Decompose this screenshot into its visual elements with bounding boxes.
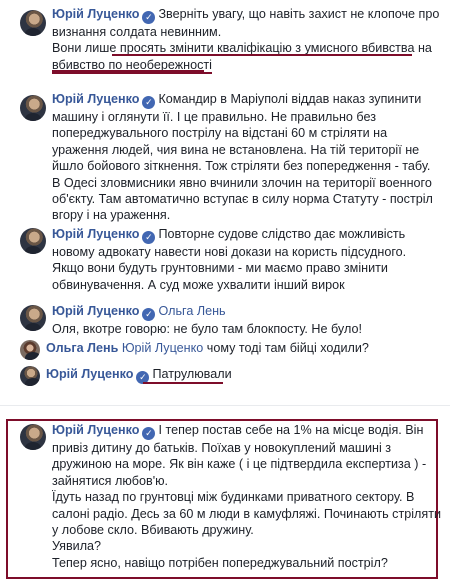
avatar[interactable] (20, 424, 46, 450)
comment-text-line: салоні радіо. Десь за 60 м люди в камуфл… (52, 506, 442, 521)
avatar[interactable] (20, 366, 40, 386)
comment-text-line: Оля, вкотре говорю: не було там блокпост… (52, 322, 362, 336)
comment-text-line: Повторне судове слідство дає можливість (158, 227, 406, 241)
comment-text-line: привіз дитину до батьків. Поїхав у новок… (52, 441, 392, 455)
comment-text-line: Їдуть назад по грунтовці між будинками п… (52, 490, 415, 505)
comment-author[interactable]: Юрій Луценко (52, 7, 139, 21)
comment-author[interactable]: Юрій Луценко (52, 227, 139, 241)
comment-text-line: Тепер ясно, навіщо потрібен попереджувал… (52, 555, 388, 570)
comment-text-line: обвинувачення. А суд може ухвалити інший… (52, 277, 345, 292)
avatar[interactable] (20, 305, 46, 331)
verified-check-icon: ✓ (142, 231, 156, 244)
avatar[interactable] (20, 10, 46, 36)
highlight-underline (143, 382, 223, 384)
comment-text-line: Командир в Маріуполі віддав наказ зупини… (158, 92, 422, 106)
comment-text-line: чому тоді там бійці ходили? (206, 341, 369, 355)
comment-text-line: машину і оглянути її. І це правильно. Не… (52, 110, 376, 124)
comment-text-line: зайнятися любов'ю. (52, 473, 169, 488)
highlight-underline (52, 70, 204, 72)
comment-text-line: І тепер постав себе на 1% на місце водія… (158, 423, 424, 437)
verified-check-icon: ✓ (142, 96, 156, 109)
avatar[interactable] (20, 228, 46, 254)
comment-text-line: вгору і на ураження. (52, 208, 171, 223)
avatar[interactable] (20, 340, 40, 360)
comment-text-line: ураження людей, чия вина не встановлена.… (52, 142, 420, 157)
highlight-underline (112, 54, 412, 56)
comment-text-line: об'єкту. Там автоматично вступає в силу … (52, 192, 433, 207)
comment-author[interactable]: Ольга Лень (46, 341, 118, 355)
comment-text-line: В Одесі зловмисники явно вчинили злочин … (52, 175, 432, 190)
comment-author[interactable]: Юрій Луценко (46, 367, 133, 381)
mention-link[interactable]: Ольга Лень (158, 304, 225, 318)
comment-author[interactable]: Юрій Луценко (52, 423, 139, 437)
comment-author[interactable]: Юрій Луценко (52, 92, 139, 106)
comment-text-line: йшло бойового зіткнення. Тож стріляти бе… (52, 159, 431, 174)
avatar[interactable] (20, 95, 46, 121)
comment-text-line: Якщо вони будуть грунтовними - ми маємо … (52, 261, 388, 276)
comment-text-line: попереджувального пострілу на відстані 6… (52, 126, 388, 141)
comment-text-line: Патрулювали (152, 367, 232, 381)
verified-check-icon: ✓ (142, 308, 156, 321)
comment-text-line: новому адвокату навести нові докази на к… (52, 245, 407, 259)
section-divider (0, 405, 450, 406)
comment-author[interactable]: Юрій Луценко (52, 304, 139, 318)
verified-check-icon: ✓ (142, 11, 156, 24)
comment-text-line: Уявила? (52, 539, 102, 554)
verified-check-icon: ✓ (142, 427, 156, 440)
comment-text-line: визнання солдата невинним. (52, 25, 222, 39)
comment-text-line: у лобове скло. Вбивають дружину. (52, 523, 254, 538)
comment-text-line: дружиною на море. Як він каже ( і це під… (52, 457, 427, 472)
comment-text-line: Зверніть увагу, що навіть захист не клоп… (158, 7, 440, 21)
mention-link[interactable]: Юрій Луценко (122, 341, 203, 355)
